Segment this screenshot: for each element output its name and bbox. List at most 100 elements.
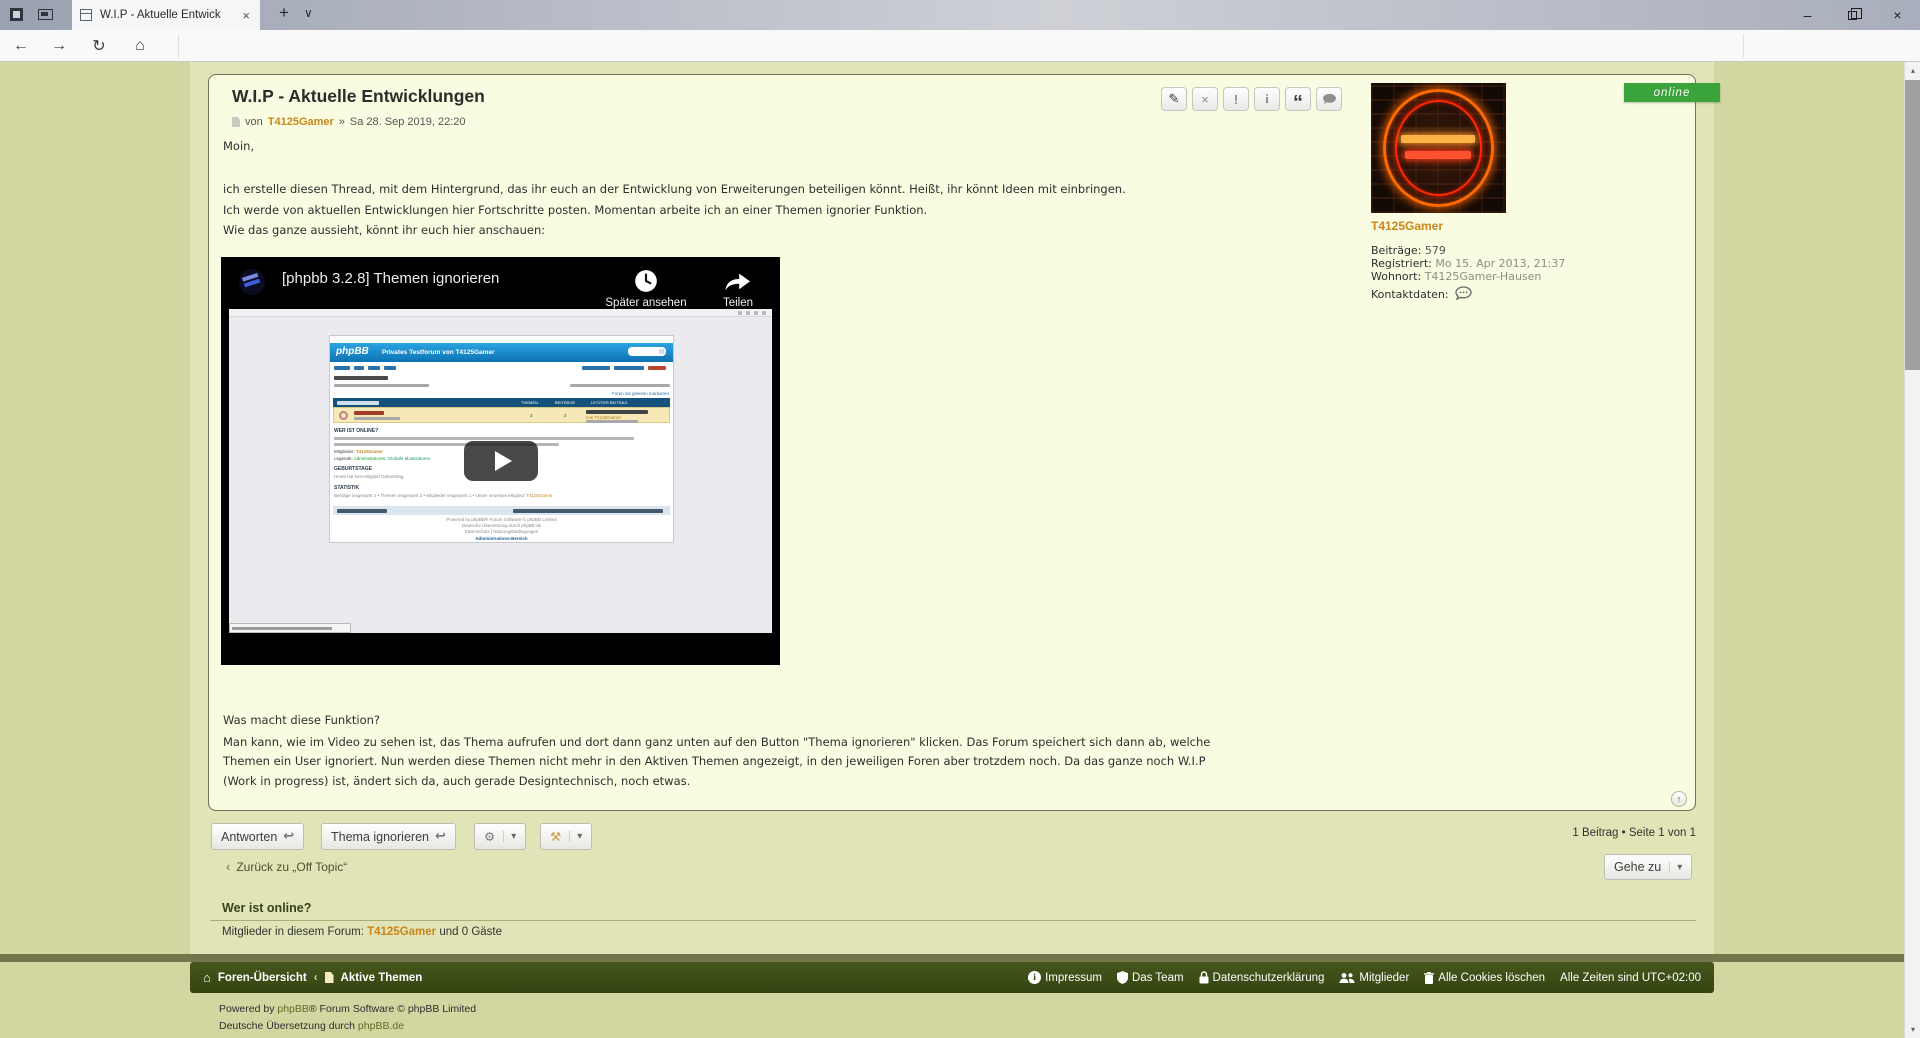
divider xyxy=(210,920,1696,921)
mini-birthdays-heading: GEBURTSTAGE xyxy=(334,466,372,472)
refresh-icon[interactable]: ↻ xyxy=(86,35,112,57)
footer-link-das-team[interactable]: Das Team xyxy=(1117,971,1184,984)
tab-close-icon[interactable]: × xyxy=(240,8,252,23)
tab-list-chevron-icon[interactable]: ∨ xyxy=(304,6,313,20)
profile-field-contact: Kontaktdaten: xyxy=(1371,286,1565,303)
tab-preview-icon[interactable] xyxy=(38,9,53,20)
moderate-button[interactable]: ⚒ ▾ xyxy=(540,823,592,850)
page-favicon-icon xyxy=(80,9,92,21)
post-byline: von T4125Gamer » Sa 28. Sep 2019, 22:20 xyxy=(232,116,466,128)
mini-mark-read-link: Foren als gelesen markieren xyxy=(612,391,669,396)
info-circle-icon: i xyxy=(1028,971,1041,984)
edit-post-button[interactable]: ✎ xyxy=(1161,87,1187,111)
contact-bubble-icon[interactable] xyxy=(1455,286,1472,303)
reply-button[interactable]: Antworten↩ xyxy=(211,823,304,850)
footer-link-datenschutz[interactable]: Datenschutzerklärung xyxy=(1199,971,1325,984)
post-info-button[interactable]: i xyxy=(1254,87,1280,111)
footer-link-impressum[interactable]: iImpressum xyxy=(1028,971,1102,984)
back-to-top-button[interactable]: ↑ xyxy=(1671,791,1687,807)
page-icon xyxy=(325,972,334,983)
mini-legend-line: Legende: Administratoren, Globale Modera… xyxy=(334,456,430,461)
moderate-caret-icon[interactable]: ▾ xyxy=(569,831,582,842)
profile-field-registered: Registriert: Mo 15. Apr 2013, 21:37 xyxy=(1371,257,1565,270)
people-icon xyxy=(1339,972,1355,984)
post-line: Ich werde von aktuellen Entwicklungen hi… xyxy=(223,200,1126,221)
jump-to-button[interactable]: Gehe zu ▾ xyxy=(1604,854,1692,880)
chevron-left-icon: ‹ xyxy=(226,859,230,874)
home-icon[interactable]: ⌂ xyxy=(127,35,153,57)
browser-window: W.I.P - Aktuelle Entwick × + ∨ – × ← → ↻… xyxy=(0,0,1920,1038)
mini-site-title: Privates Testforum von T4125Gamer xyxy=(382,349,495,356)
post-action-buttons: ✎ × ! i “ xyxy=(1161,87,1342,111)
scrollbar-down-arrow[interactable]: ▾ xyxy=(1905,1021,1920,1038)
divider xyxy=(1743,34,1744,58)
profile-username-link[interactable]: T4125Gamer xyxy=(1371,219,1443,233)
mini-forum-row: 2 2 von T4125Gamer xyxy=(333,407,670,423)
mini-browser-strip xyxy=(229,309,772,317)
byline-prefix: von xyxy=(245,116,263,128)
scrollbar-up-arrow[interactable]: ▴ xyxy=(1905,62,1920,79)
post-paragraph-1: ich erstelle diesen Thread, mit dem Hint… xyxy=(223,179,1126,241)
jump-to-caret-icon[interactable]: ▾ xyxy=(1669,862,1682,873)
footer-link-cookies[interactable]: Alle Cookies löschen xyxy=(1424,972,1545,984)
mini-col-letzter: LETZTER BEITRAG xyxy=(591,400,627,405)
delete-post-button[interactable]: × xyxy=(1192,87,1218,111)
online-member-link[interactable]: T4125Gamer xyxy=(367,926,436,938)
youtube-embed[interactable]: [phpbb 3.2.8] Themen ignorieren Später a… xyxy=(221,257,780,665)
watch-later-clock-icon[interactable] xyxy=(633,268,659,299)
breadcrumb-active-topics-link[interactable]: Aktive Themen xyxy=(341,972,423,984)
byline-separator: » xyxy=(339,116,345,128)
forward-icon[interactable]: → xyxy=(46,35,72,57)
window-restore-button[interactable] xyxy=(1830,0,1875,30)
video-share-arrow-icon[interactable] xyxy=(723,270,753,299)
breadcrumb-forum-index-link[interactable]: Foren-Übersicht xyxy=(218,972,307,984)
phpbb-de-link[interactable]: phpBB.de xyxy=(358,1020,404,1032)
forum-page: W.I.P - Aktuelle Entwicklungen von T4125… xyxy=(0,62,1920,1038)
back-to-forum-link[interactable]: ‹ Zurück zu „Off Topic“ xyxy=(226,859,347,874)
mini-count-themen: 2 xyxy=(530,413,533,418)
mini-powered-line: Powered by phpBB® Forum Software © phpBB… xyxy=(330,517,673,522)
ignore-topic-button[interactable]: Thema ignorieren↩ xyxy=(321,823,456,850)
lock-icon xyxy=(1199,971,1209,984)
topic-tools-button[interactable]: ⚙ ▾ xyxy=(474,823,526,850)
profile-field-posts: Beiträge: 579 xyxy=(1371,244,1565,257)
pm-bubble-button[interactable] xyxy=(1316,87,1342,111)
post-title[interactable]: W.I.P - Aktuelle Entwicklungen xyxy=(232,86,485,107)
whos-online-line: Mitglieder in diesem Forum: T4125Gamer u… xyxy=(222,926,502,938)
author-link[interactable]: T4125Gamer xyxy=(268,116,334,128)
quote-post-button[interactable]: “ xyxy=(1285,87,1311,111)
channel-avatar[interactable] xyxy=(239,269,265,295)
user-avatar xyxy=(1371,83,1506,213)
phpbb-link[interactable]: phpBB xyxy=(277,1003,309,1015)
scrollbar-thumb[interactable] xyxy=(1905,80,1920,370)
set-tabs-aside-icon[interactable] xyxy=(10,8,23,21)
post-page-icon[interactable] xyxy=(232,117,240,127)
window-minimize-button[interactable]: – xyxy=(1785,0,1830,30)
post-date: Sa 28. Sep 2019, 22:20 xyxy=(350,116,466,128)
back-icon[interactable]: ← xyxy=(8,35,34,57)
mini-col-themen: THEMEN xyxy=(521,400,538,405)
report-post-button[interactable]: ! xyxy=(1223,87,1249,111)
post-greeting: Moin, xyxy=(223,139,254,153)
new-tab-button[interactable]: + xyxy=(272,3,296,23)
window-controls: – × xyxy=(1785,0,1920,30)
footer-divider-band xyxy=(0,954,1904,962)
mini-who-heading: WER IST ONLINE? xyxy=(334,428,378,434)
mini-forum-page: phpBB Privates Testforum von T4125Gamer xyxy=(329,335,674,543)
divider xyxy=(178,34,179,58)
footer-link-mitglieder[interactable]: Mitglieder xyxy=(1339,972,1409,984)
mini-birthdays-line: Heute hat kein Mitglied Geburtstag. xyxy=(334,474,405,479)
trash-icon xyxy=(1424,972,1434,984)
video-play-button[interactable] xyxy=(464,441,538,481)
mini-search-box xyxy=(628,347,666,356)
post-panel: W.I.P - Aktuelle Entwicklungen von T4125… xyxy=(208,74,1696,811)
gavel-icon: ⚒ xyxy=(550,829,561,844)
video-title-link[interactable]: [phpbb 3.2.8] Themen ignorieren xyxy=(282,270,499,287)
window-close-button[interactable]: × xyxy=(1875,0,1920,30)
page-scrollbar[interactable]: ▴ ▾ xyxy=(1904,62,1920,1038)
video-share-label[interactable]: Teilen xyxy=(688,297,788,309)
topic-tools-caret-icon[interactable]: ▾ xyxy=(503,831,516,842)
breadcrumb-separator: ‹ xyxy=(314,972,318,984)
mini-stats-heading: STATISTIK xyxy=(334,485,359,491)
browser-tab[interactable]: W.I.P - Aktuelle Entwick × xyxy=(72,0,260,30)
